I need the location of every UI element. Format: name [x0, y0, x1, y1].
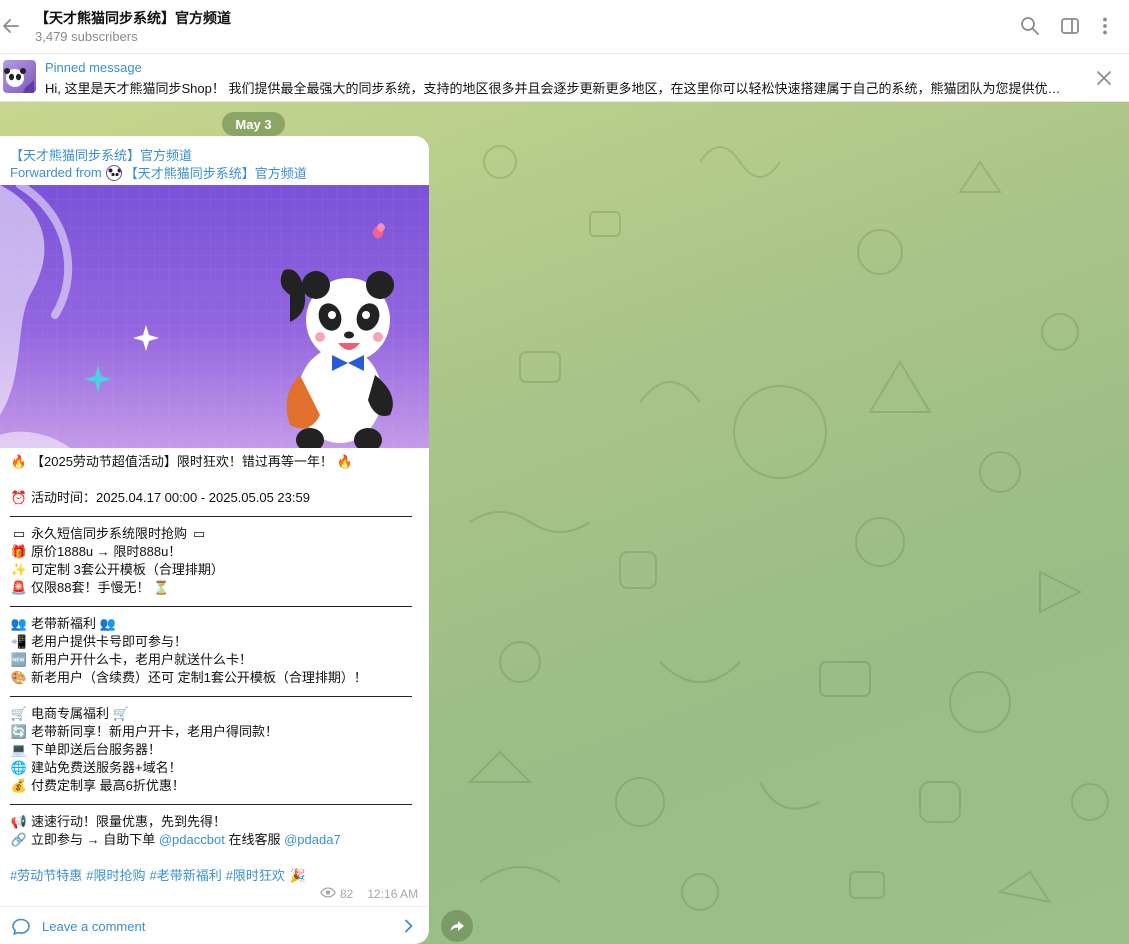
- cart-icon: 🛒: [112, 707, 130, 722]
- ecommerce-line-2: 下单即送后台服务器！: [31, 742, 162, 757]
- card-icon: ▭: [192, 527, 206, 542]
- hashtag-link[interactable]: #限时狂欢: [226, 868, 285, 883]
- view-count: 82: [340, 887, 354, 901]
- message-time: 12:16 AM: [367, 887, 419, 901]
- message-bubble[interactable]: 【天才熊猫同步系统】官方频道 Forwarded from 【天才熊猫同步系统】…: [0, 136, 429, 944]
- forwarded-source: 【天才熊猫同步系统】官方频道: [124, 166, 307, 181]
- message-text: 🔥 【2025劳动节超值活动】限时狂欢！错过再等一年！ 🔥 ⏰ 活动时间：2025.0…: [10, 453, 420, 885]
- order-prefix: 立即参与 → 自助下单: [31, 832, 156, 847]
- pinned-message-bar[interactable]: Pinned message Hi, 这里是天才熊猫同步Shop！ 我们提供最全…: [0, 54, 1129, 102]
- referral-line-1: 老用户提供卡号即可参与！: [31, 634, 188, 649]
- price-line: 原价1888u → 限时888u！: [31, 544, 182, 559]
- gift-icon: 🎁: [10, 545, 28, 560]
- repeat-icon: 🔄: [10, 725, 28, 740]
- pinned-label: Pinned message: [45, 60, 142, 75]
- search-icon[interactable]: [1019, 15, 1041, 37]
- section-title-sms: 永久短信同步系统限时抢购: [31, 526, 188, 541]
- message-meta: 82 12:16 AM: [320, 887, 418, 901]
- bot-link[interactable]: @pdaccbot: [159, 832, 225, 847]
- back-arrow-icon[interactable]: [0, 9, 22, 43]
- support-prefix: 在线客服: [228, 832, 281, 847]
- party-popper-icon: 🎉: [289, 869, 307, 884]
- people-icon: 👥: [10, 617, 28, 632]
- divider: [10, 597, 420, 615]
- cta-line: 速速行动！限量优惠，先到先得！: [31, 814, 227, 829]
- fire-icon: 🔥: [336, 455, 354, 470]
- leave-comment-button[interactable]: Leave a comment: [0, 906, 429, 944]
- promo-banner-image[interactable]: [0, 185, 429, 448]
- divider: [10, 795, 420, 813]
- share-arrow-icon[interactable]: [441, 910, 473, 942]
- globe-icon: 🌐: [10, 761, 28, 776]
- referral-line-2: 新用户开什么卡，老用户就送什么卡！: [31, 652, 253, 667]
- new-badge-icon: 🆕: [10, 653, 28, 668]
- money-bag-icon: 💰: [10, 779, 28, 794]
- computer-icon: 💻: [10, 743, 28, 758]
- hashtag-link[interactable]: #限时抢购: [86, 868, 145, 883]
- divider: [10, 507, 420, 525]
- forwarded-from[interactable]: Forwarded from 【天才熊猫同步系统】官方频道: [10, 163, 307, 182]
- link-icon: 🔗: [10, 833, 28, 848]
- pinned-thumbnail: [3, 60, 36, 93]
- hourglass-icon: ⏳: [153, 581, 170, 596]
- panda-avatar-icon: [105, 164, 122, 181]
- hashtag-link[interactable]: #老带新福利: [149, 868, 221, 883]
- message-channel-name[interactable]: 【天才熊猫同步系统】官方频道: [10, 145, 192, 164]
- activity-time: 活动时间：2025.04.17 00:00 - 2025.05.05 23:59: [31, 490, 310, 505]
- comment-bubble-icon: [11, 917, 31, 937]
- chevron-right-icon: [402, 919, 416, 933]
- chat-area: May 3 【天才熊猫同步系统】官方频道 Forwarded from 【天才熊…: [0, 102, 1129, 944]
- referral-line-3: 新老用户（含续费）还可 定制1套公开模板（合理排期）！: [31, 670, 367, 685]
- sparkles-icon: ✨: [10, 563, 28, 578]
- people-icon: 👥: [99, 617, 117, 632]
- close-icon[interactable]: [1094, 68, 1114, 88]
- subscriber-count: 3,479 subscribers: [35, 29, 138, 44]
- cart-icon: 🛒: [10, 707, 28, 722]
- eye-icon: [320, 887, 336, 901]
- palette-icon: 🎨: [10, 671, 28, 686]
- headline: 【2025劳动节超值活动】限时狂欢！错过再等一年！: [31, 454, 333, 469]
- card-icon: ▭: [12, 527, 26, 542]
- pinned-text: Hi, 这里是天才熊猫同步Shop！ 我们提供最全最强大的同步系统，支持的地区很…: [45, 81, 1061, 96]
- ecommerce-line-4: 付费定制享 最高6折优惠！: [31, 778, 185, 793]
- support-link[interactable]: @pdada7: [284, 832, 341, 847]
- hashtag-link[interactable]: #劳动节特惠: [10, 868, 82, 883]
- comment-label: Leave a comment: [42, 919, 146, 934]
- date-separator: May 3: [222, 112, 285, 136]
- hashtag-row: #劳动节特惠 #限时抢购 #老带新福利 #限时狂欢 🎉: [10, 867, 420, 885]
- sidebar-toggle-icon[interactable]: [1059, 15, 1081, 37]
- phone-arrow-icon: 📲: [10, 635, 28, 650]
- ecommerce-line-1: 老带新同享！新用户开卡，老用户得同款！: [31, 724, 279, 739]
- section-title-referral: 老带新福利: [31, 616, 97, 631]
- ecommerce-line-3: 建站免费送服务器+域名！: [31, 760, 182, 775]
- channel-title[interactable]: 【天才熊猫同步系统】官方频道: [35, 8, 231, 28]
- siren-icon: 🚨: [10, 581, 28, 596]
- divider: [10, 687, 420, 705]
- alarm-clock-icon: ⏰: [10, 491, 28, 506]
- chat-header: 【天才熊猫同步系统】官方频道 3,479 subscribers: [0, 0, 1129, 54]
- megaphone-icon: 📢: [10, 815, 28, 830]
- limit-line: 仅限88套！手慢无！: [31, 580, 150, 595]
- fire-icon: 🔥: [10, 455, 28, 470]
- more-vertical-icon[interactable]: [1094, 15, 1116, 37]
- section-title-ecommerce: 电商专属福利: [31, 706, 110, 721]
- forwarded-prefix: Forwarded from: [10, 165, 102, 180]
- template-line: 可定制 3套公开模板（合理排期）: [31, 562, 224, 577]
